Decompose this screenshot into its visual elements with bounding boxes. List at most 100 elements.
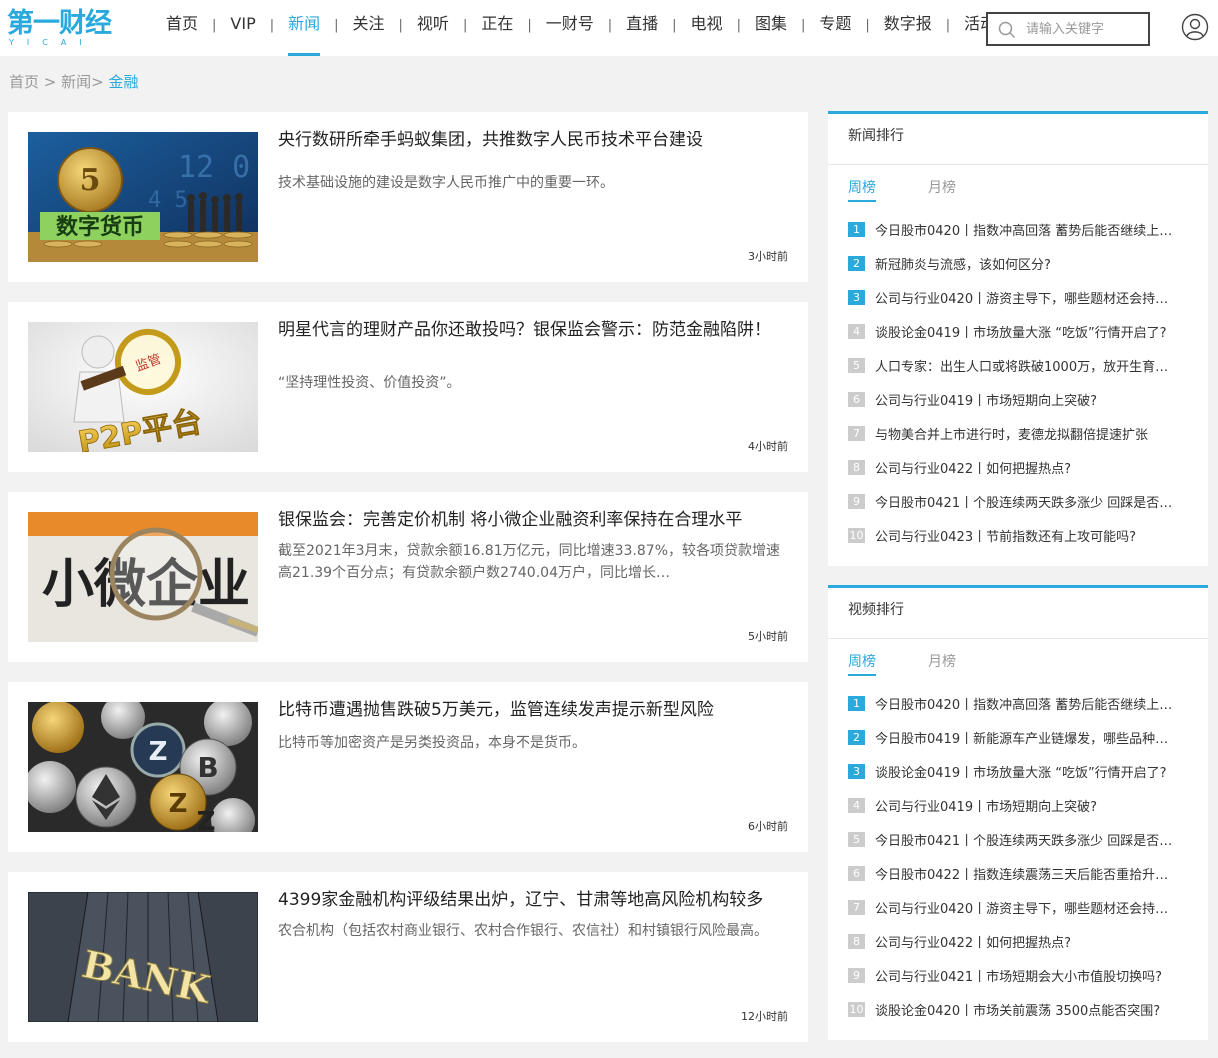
nav-link-broadcast[interactable]: 直播	[612, 0, 672, 56]
rank-title: 今日股市0420丨指数冲高回落 蓄势后能否继续上攻？	[875, 697, 1180, 713]
article-thumbnail[interactable]: 小微企业	[28, 512, 258, 642]
rank-title: 新冠肺炎与流感，该如何区分?	[875, 257, 1051, 273]
article-summary: 比特币等加密资产是另类投资品，本身不是货币。	[278, 735, 586, 751]
article-thumbnail[interactable]: 12 0 4 5 5 数字货币	[28, 132, 258, 262]
tab-weekly[interactable]: 周榜	[848, 655, 876, 676]
rank-item[interactable]: 6 公司与行业0419丨市场短期向上突破?	[848, 389, 1188, 409]
nav-item-gallery: 图集 |	[741, 0, 805, 56]
article-summary: 截至2021年3月末，贷款余额16.81万亿元，同比增速33.87%，较各项贷款…	[278, 543, 780, 581]
nav-link-live-now[interactable]: 正在	[467, 0, 527, 56]
article-title[interactable]: 银保监会：完善定价机制 将小微企业融资利率保持在合理水平	[278, 508, 790, 532]
breadcrumb-separator: >	[91, 73, 109, 91]
rank-title: 人口专家：出生人口或将跌破1000万，放开生育刻不容缓	[875, 359, 1180, 375]
rank-number: 2	[848, 729, 865, 745]
logo-subtext: YICAI	[9, 38, 95, 47]
coin-symbol: Z	[169, 789, 188, 819]
rank-item[interactable]: 3 谈股论金0419丨市场放量大涨 “吃饭”行情开启了?	[848, 761, 1188, 781]
rank-title: 谈股论金0419丨市场放量大涨 “吃饭”行情开启了?	[875, 765, 1167, 781]
rank-title: 公司与行业0419丨市场短期向上突破?	[875, 799, 1097, 815]
search-input[interactable]	[1026, 18, 1144, 40]
bank-building-image: BANK	[28, 892, 258, 1022]
rank-item[interactable]: 7 公司与行业0420丨游资主导下，哪些题材还会持续？	[848, 897, 1188, 917]
coin-number: 5	[80, 163, 101, 198]
nav-link-news[interactable]: 新闻	[274, 0, 334, 56]
breadcrumb-home[interactable]: 首页	[9, 73, 39, 91]
article-title[interactable]: 4399家金融机构评级结果出炉，辽宁、甘肃等地高风险机构较多	[278, 888, 790, 912]
rank-item[interactable]: 1 今日股市0420丨指数冲高回落 蓄势后能否继续上攻？	[848, 693, 1188, 713]
nav-item-broadcast: 直播 |	[612, 0, 676, 56]
search-icon[interactable]	[998, 21, 1016, 39]
cryptocurrency-coins-image: Z B Z Z	[28, 702, 258, 832]
article-title[interactable]: 比特币遭遇抛售跌破5万美元，监管连续发声提示新型风险	[278, 698, 790, 722]
nav-item-vip: VIP |	[216, 0, 274, 56]
article-thumbnail[interactable]: Z B Z Z	[28, 702, 258, 832]
panel-title: 新闻排行	[828, 114, 1208, 165]
nav-link-digital-paper[interactable]: 数字报	[870, 0, 946, 56]
article-time: 5小时前	[748, 630, 788, 643]
rank-number: 9	[848, 493, 865, 509]
news-rank-panel: 新闻排行 周榜 月榜 1 今日股市0420丨指数冲高回落 蓄势后能否继续上攻？ 2…	[828, 111, 1208, 566]
rank-item[interactable]: 7 与物美合并上市进行时，麦德龙拟翻倍提速扩张	[848, 423, 1188, 443]
rank-item[interactable]: 8 公司与行业0422丨如何把握热点?	[848, 457, 1188, 477]
nav-link-gallery[interactable]: 图集	[741, 0, 801, 56]
rank-item[interactable]: 6 今日股市0422丨指数连续震荡三天后能否重拾升势？	[848, 863, 1188, 883]
rank-title: 今日股市0421丨个股连续两天跌多涨少 回踩是否到位？	[875, 495, 1180, 511]
site-logo[interactable]: 第一财经 YICAI	[7, 8, 112, 48]
tab-weekly[interactable]: 周榜	[848, 181, 876, 202]
nav-item-live-now: 正在 |	[467, 0, 531, 56]
rank-title: 谈股论金0419丨市场放量大涨 “吃饭”行情开启了?	[875, 325, 1167, 341]
rank-item[interactable]: 4 公司与行业0419丨市场短期向上突破?	[848, 795, 1188, 815]
rank-item[interactable]: 2 今日股市0419丨新能源车产业链爆发，哪些品种值得关注？	[848, 727, 1188, 747]
rank-item[interactable]: 5 人口专家：出生人口或将跌破1000万，放开生育刻不容缓	[848, 355, 1188, 375]
article-thumbnail[interactable]: 监管 P2P平台	[28, 322, 258, 452]
rank-item[interactable]: 1 今日股市0420丨指数冲高回落 蓄势后能否继续上攻？	[848, 219, 1188, 239]
digital-currency-image: 12 0 4 5 5 数字货币	[28, 132, 258, 262]
rank-number: 10	[848, 1001, 865, 1017]
breadcrumb-current[interactable]: 金融	[108, 73, 138, 91]
rank-title: 今日股市0419丨新能源车产业链爆发，哪些品种值得关注？	[875, 731, 1180, 747]
rank-number: 5	[848, 831, 865, 847]
rank-title: 公司与行业0419丨市场短期向上突破?	[875, 393, 1097, 409]
rank-item[interactable]: 3 公司与行业0420丨游资主导下，哪些题材还会持续？	[848, 287, 1188, 307]
nav-link-home[interactable]: 首页	[152, 0, 212, 56]
article-summary: 农合机构（包括农村商业银行、农村合作银行、农信社）和村镇银行风险最高。	[278, 923, 768, 939]
nav-link-follow[interactable]: 关注	[339, 0, 399, 56]
breadcrumb-news[interactable]: 新闻	[61, 73, 91, 91]
rank-item[interactable]: 9 今日股市0421丨个股连续两天跌多涨少 回踩是否到位？	[848, 491, 1188, 511]
rank-item[interactable]: 10 公司与行业0423丨节前指数还有上攻可能吗?	[848, 525, 1188, 545]
rank-title: 今日股市0422丨指数连续震荡三天后能否重拾升势？	[875, 867, 1180, 883]
rank-number: 8	[848, 459, 865, 475]
breadcrumb: 首页 > 新闻> 金融	[9, 73, 139, 91]
rank-item[interactable]: 4 谈股论金0419丨市场放量大涨 “吃饭”行情开启了?	[848, 321, 1188, 341]
nav-link-yicai-hao[interactable]: 一财号	[532, 0, 608, 56]
rank-item[interactable]: 5 今日股市0421丨个股连续两天跌多涨少 回踩是否到位？	[848, 829, 1188, 849]
tab-monthly[interactable]: 月榜	[928, 181, 956, 200]
nav-link-media[interactable]: 视听	[403, 0, 463, 56]
article-card: 12 0 4 5 5 数字货币 央行数研所牵手蚂蚁集团，共推数字人民币技术平台建…	[8, 112, 808, 282]
rank-number: 2	[848, 255, 865, 271]
article-title[interactable]: 央行数研所牵手蚂蚁集团，共推数字人民币技术平台建设	[278, 128, 790, 152]
coin-symbol: B	[197, 751, 218, 784]
nav-link-vip[interactable]: VIP	[216, 0, 269, 56]
article-title[interactable]: 明星代言的理财产品你还敢投吗？银保监会警示：防范金融陷阱！	[278, 318, 790, 342]
rank-number: 3	[848, 289, 865, 305]
user-account-icon[interactable]	[1181, 13, 1209, 41]
nav-link-tv[interactable]: 电视	[677, 0, 737, 56]
rank-number: 7	[848, 425, 865, 441]
rank-item[interactable]: 8 公司与行业0422丨如何把握热点?	[848, 931, 1188, 951]
tab-monthly[interactable]: 月榜	[928, 655, 956, 674]
nav-item-follow: 关注 |	[339, 0, 403, 56]
rank-number: 9	[848, 967, 865, 983]
svg-text:12 0: 12 0	[178, 150, 250, 185]
nav-link-topics[interactable]: 专题	[805, 0, 865, 56]
rank-item[interactable]: 2 新冠肺炎与流感，该如何区分?	[848, 253, 1188, 273]
video-rank-panel: 视频排行 周榜 月榜 1 今日股市0420丨指数冲高回落 蓄势后能否继续上攻？ 2…	[828, 585, 1208, 1040]
rank-item[interactable]: 9 公司与行业0421丨市场短期会大小市值股切换吗?	[848, 965, 1188, 985]
rank-tabs: 周榜 月榜	[828, 165, 1208, 207]
article-card: 小微企业 银保监会：完善定价机制 将小微企业融资利率保持在合理水平 截至2021…	[8, 492, 808, 662]
article-summary: “坚持理性投资、价值投资”。	[278, 375, 461, 391]
article-card: BANK 4399家金融机构评级结果出炉，辽宁、甘肃等地高风险机构较多 农合机构…	[8, 872, 808, 1042]
rank-title: 公司与行业0423丨节前指数还有上攻可能吗?	[875, 529, 1136, 545]
rank-item[interactable]: 10 谈股论金0420丨市场关前震荡 3500点能否突围?	[848, 999, 1188, 1019]
article-thumbnail[interactable]: BANK	[28, 892, 258, 1022]
